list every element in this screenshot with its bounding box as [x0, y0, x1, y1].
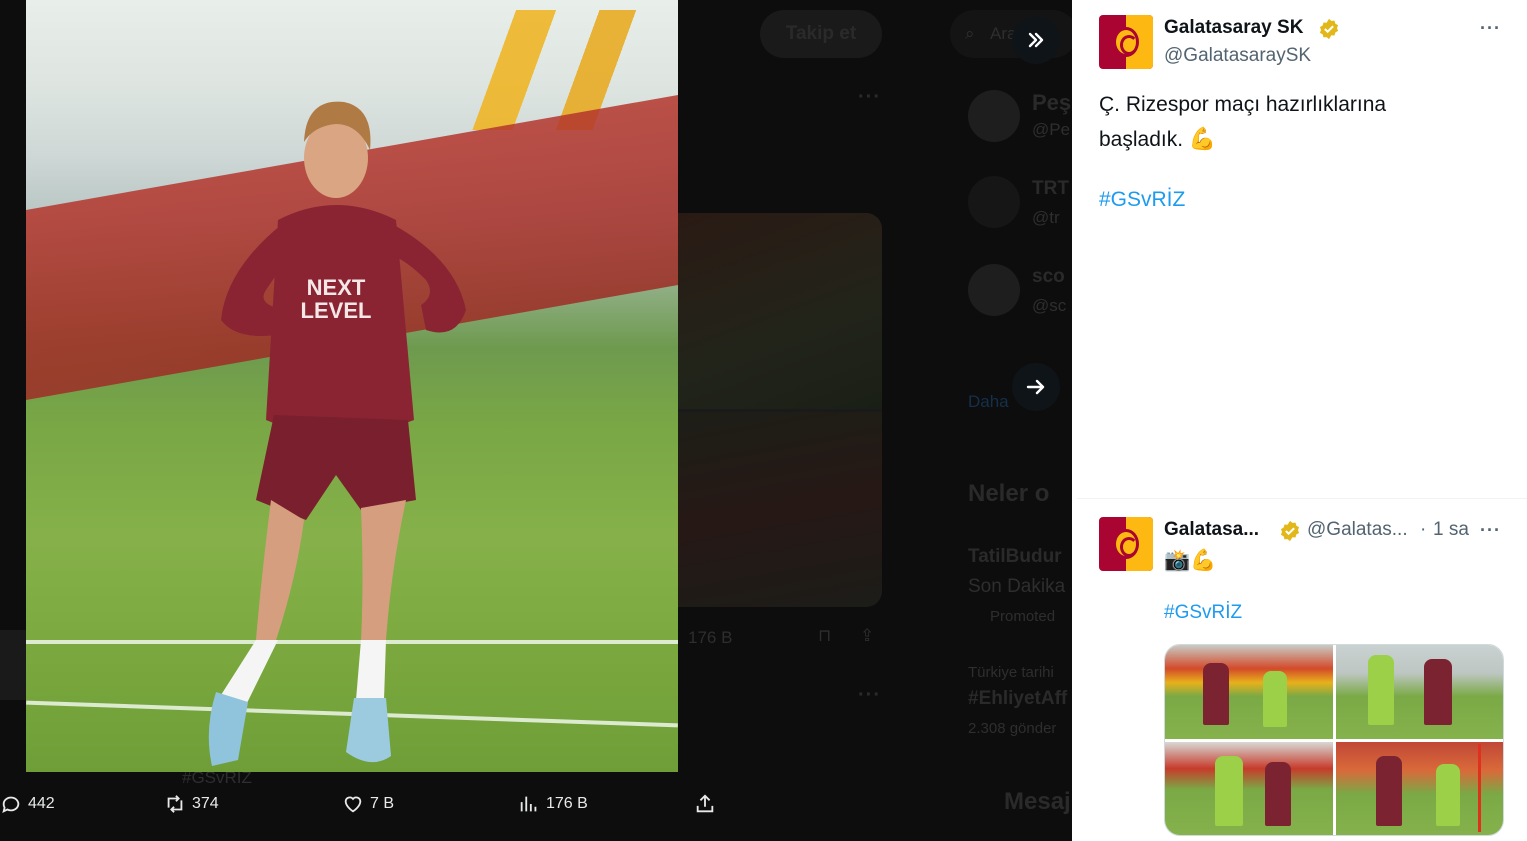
reply-timestamp[interactable]: 1 sa: [1433, 519, 1469, 541]
reply-icon: [2, 796, 20, 814]
avatar[interactable]: [968, 90, 1020, 142]
background-views: 176 B: [688, 628, 733, 647]
suggest-name[interactable]: sco: [1032, 266, 1065, 288]
hashtag-link[interactable]: #GSvRİZ: [1164, 602, 1242, 624]
more-options-icon[interactable]: ···: [1480, 18, 1501, 39]
like-button[interactable]: 7 B: [342, 793, 394, 815]
share-icon[interactable]: ⇪: [860, 626, 874, 646]
next-image-button[interactable]: [1012, 363, 1060, 411]
reply-count: 442: [28, 795, 55, 812]
views-count: 176 B: [546, 795, 588, 812]
collapse-panel-button[interactable]: [1012, 16, 1060, 64]
tweet-photo[interactable]: NEXT LEVEL: [26, 0, 678, 772]
suggest-handle: @Pe: [1032, 120, 1071, 139]
reply-media-grid[interactable]: [1164, 644, 1504, 836]
trend-title[interactable]: #EhliyetAff: [968, 688, 1067, 710]
heart-icon: [344, 796, 362, 813]
hashtag-link[interactable]: #GSvRİZ: [1099, 188, 1185, 212]
verified-badge-icon: [1280, 520, 1300, 542]
messages-label[interactable]: Mesaj: [1004, 788, 1071, 816]
follow-button[interactable]: Takip et: [760, 10, 882, 58]
trend-meta: Promoted: [990, 608, 1056, 625]
trend-title[interactable]: TatilBudur: [968, 546, 1062, 568]
tweet-action-bar: 442 374 7 B 176 B: [0, 780, 760, 830]
views-icon: [520, 796, 537, 812]
suggest-handle: @sc: [1032, 296, 1067, 315]
separator-dot: ·: [1420, 519, 1427, 540]
like-count: 7 B: [370, 795, 395, 812]
avatar[interactable]: [1099, 15, 1153, 69]
left-edge-panel: [0, 630, 26, 700]
media-thumbnail[interactable]: [1336, 742, 1503, 835]
show-more-link[interactable]: Daha: [968, 392, 1009, 412]
avatar[interactable]: [968, 176, 1020, 228]
trend-meta: 2.308 gönder: [968, 720, 1057, 737]
trend-context: Türkiye tarihi: [968, 664, 1054, 681]
divider: [1077, 498, 1527, 499]
suggest-name[interactable]: TRT: [1032, 178, 1069, 200]
author-handle[interactable]: @GalatasaraySK: [1164, 45, 1311, 67]
player-figure: NEXT LEVEL: [208, 101, 466, 766]
more-icon[interactable]: ···: [858, 684, 881, 707]
verified-badge-icon: [1319, 18, 1339, 40]
suggest-name[interactable]: Peşi: [1032, 90, 1077, 116]
search-icon: ⌕: [965, 24, 975, 43]
panel-edge: [1072, 230, 1078, 498]
media-thumbnail[interactable]: [1336, 645, 1503, 739]
more-options-icon[interactable]: ···: [1480, 520, 1501, 541]
trends-heading: Neler o: [968, 480, 1050, 507]
share-icon: [696, 794, 714, 813]
background-media-grid[interactable]: [678, 213, 882, 607]
reply-author-name[interactable]: Galatasa...: [1164, 519, 1259, 541]
avatar[interactable]: [968, 264, 1020, 316]
reply-button[interactable]: 442: [0, 793, 55, 815]
share-button[interactable]: [694, 793, 716, 815]
views-button[interactable]: 176 B: [518, 793, 588, 815]
suggest-handle: @tr: [1032, 208, 1060, 227]
retweet-count: 374: [192, 795, 219, 812]
svg-text:LEVEL: LEVEL: [301, 298, 372, 323]
media-thumbnail[interactable]: [1165, 742, 1333, 835]
tweet-text-line: Ç. Rizespor maçı hazırlıklarına: [1099, 93, 1387, 116]
tweet-text-line: başladık.: [1099, 128, 1184, 151]
retweet-button[interactable]: 374: [164, 793, 219, 815]
more-icon[interactable]: ···: [858, 86, 881, 109]
avatar[interactable]: [1099, 517, 1153, 571]
svg-text:NEXT: NEXT: [307, 275, 366, 300]
trend-subtitle: Son Dakika: [968, 576, 1066, 597]
arrow-right-icon: [1026, 379, 1045, 395]
flexed-biceps-emoji: 💪: [1188, 126, 1217, 151]
author-name[interactable]: Galatasaray SK: [1164, 17, 1303, 39]
reply-author-handle[interactable]: @Galatas...: [1307, 519, 1408, 541]
bookmark-icon[interactable]: ⊓: [818, 626, 831, 646]
double-chevron-right-icon: [1028, 32, 1044, 48]
tweet-text: Ç. Rizespor maçı hazırlıklarına başladık…: [1099, 88, 1386, 157]
reply-emojis: 📸💪: [1164, 549, 1217, 572]
media-thumbnail[interactable]: [1165, 645, 1333, 739]
retweet-icon: [167, 795, 183, 813]
